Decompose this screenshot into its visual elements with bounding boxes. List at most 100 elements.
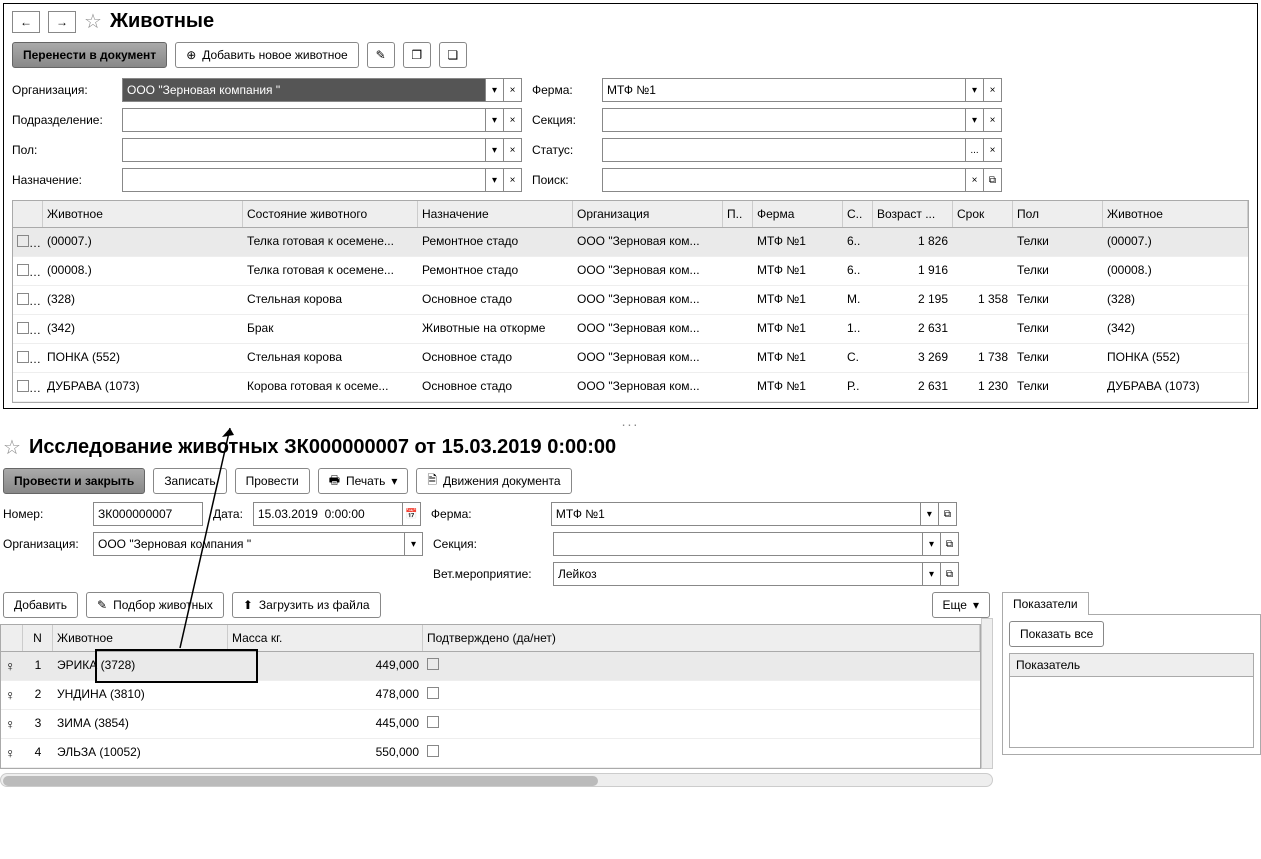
col-sex[interactable]: Пол [1013,201,1103,227]
popup-icon[interactable]: ⧉ [984,168,1002,192]
col-animal2[interactable]: Животное [1103,201,1248,227]
date-input[interactable] [253,502,403,526]
col-term[interactable]: Срок [953,201,1013,227]
popup-icon[interactable]: ⧉ [941,562,959,586]
dropdown-icon[interactable]: ▾ [921,502,939,526]
clear-icon[interactable]: × [984,78,1002,102]
section-input[interactable] [553,532,923,556]
farm-input[interactable] [602,78,966,102]
confirm-checkbox[interactable] [427,716,439,728]
clone-button[interactable]: ❏ [439,42,467,68]
col-animal[interactable]: Животное [43,201,243,227]
dropdown-icon[interactable]: ▾ [486,138,504,162]
col-age[interactable]: Возраст ... [873,201,953,227]
org-input[interactable] [122,78,486,102]
row-checkbox[interactable] [17,235,29,247]
row-checkbox[interactable] [17,380,29,392]
clear-icon[interactable]: × [504,108,522,132]
table-row[interactable]: ♀1ЭРИКА (3728)449,000 [1,652,980,681]
add-row-button[interactable]: Добавить [3,592,78,618]
confirm-checkbox[interactable] [427,687,439,699]
col-state[interactable]: Состояние животного [243,201,418,227]
more-button[interactable]: Еще ▾ [932,592,990,618]
splitter[interactable]: ... [0,413,1261,429]
transfer-button[interactable]: Перенести в документ [12,42,167,68]
section-input[interactable] [602,108,966,132]
horizontal-scrollbar[interactable] [0,773,993,787]
favorite-icon[interactable]: ☆ [3,435,21,460]
section-combo[interactable]: ▾ × [602,108,1002,132]
sex-input[interactable] [122,138,486,162]
table-row[interactable]: ♀ДУБРАВА (1073)Корова готовая к осеме...… [13,373,1248,402]
table-row[interactable]: ♀2УНДИНА (3810)478,000 [1,681,980,710]
farm-input[interactable] [551,502,921,526]
row-checkbox[interactable] [17,264,29,276]
indicator-col[interactable]: Показатель [1010,654,1253,677]
table-row[interactable]: ♀(342)БракЖивотные на откормеООО "Зернов… [13,315,1248,344]
add-animal-button[interactable]: ⊕ Добавить новое животное [175,42,359,68]
col-s[interactable]: С.. [843,201,873,227]
clear-icon[interactable]: × [504,78,522,102]
col-n[interactable]: N [23,625,53,651]
clear-icon[interactable]: × [504,138,522,162]
edit-button[interactable]: ✎ [367,42,395,68]
clear-icon[interactable]: × [504,168,522,192]
calendar-icon[interactable]: 📅 [403,502,421,526]
dropdown-icon[interactable]: ▾ [923,562,941,586]
table-row[interactable]: ♀(00008.)Телка готовая к осемене...Ремон… [13,257,1248,286]
back-button[interactable]: ← [12,11,40,33]
clear-icon[interactable]: × [966,168,984,192]
more-icon[interactable]: ... [966,138,984,162]
post-close-button[interactable]: Провести и закрыть [3,468,145,494]
popup-icon[interactable]: ⧉ [941,532,959,556]
dropdown-icon[interactable]: ▾ [405,532,423,556]
popup-icon[interactable]: ⧉ [939,502,957,526]
col-p[interactable]: П.. [723,201,753,227]
confirm-checkbox[interactable] [427,745,439,757]
print-button[interactable]: 🖶 Печать ▾ [318,468,409,494]
copy-button[interactable]: ❐ [403,42,431,68]
dropdown-icon[interactable]: ▾ [966,108,984,132]
purpose-combo[interactable]: ▾ × [122,168,522,192]
table-row[interactable]: ♀3ЗИМА (3854)445,000 [1,710,980,739]
table-row[interactable]: ♀(00007.)Телка готовая к осемене...Ремон… [13,228,1248,257]
num-input[interactable] [93,502,203,526]
table-row[interactable]: ♀ПОНКА (552)Стельная короваОсновное стад… [13,344,1248,373]
indicators-tab[interactable]: Показатели [1002,592,1089,615]
dropdown-icon[interactable]: ▾ [923,532,941,556]
load-file-button[interactable]: ⬆ Загрузить из файла [232,592,381,618]
favorite-icon[interactable]: ☆ [84,9,102,34]
post-button[interactable]: Провести [235,468,310,494]
dept-combo[interactable]: ▾ × [122,108,522,132]
status-combo[interactable]: ... × [602,138,1002,162]
col-animal[interactable]: Животное [53,625,228,651]
movements-button[interactable]: 🗎 Движения документа [416,468,571,494]
pick-animals-button[interactable]: ✎ Подбор животных [86,592,224,618]
search-combo[interactable]: × ⧉ [602,168,1002,192]
col-mass[interactable]: Масса кг. [228,625,423,651]
search-input[interactable] [602,168,966,192]
status-input[interactable] [602,138,966,162]
row-checkbox[interactable] [17,293,29,305]
table-row[interactable]: ♀(328)Стельная короваОсновное стадоООО "… [13,286,1248,315]
purpose-input[interactable] [122,168,486,192]
row-checkbox[interactable] [17,322,29,334]
dept-input[interactable] [122,108,486,132]
clear-icon[interactable]: × [984,108,1002,132]
col-org[interactable]: Организация [573,201,723,227]
vertical-scrollbar[interactable] [981,618,993,769]
table-row[interactable]: ♀4ЭЛЬЗА (10052)550,000 [1,739,980,768]
forward-button[interactable]: → [48,11,76,33]
sex-combo[interactable]: ▾ × [122,138,522,162]
dropdown-icon[interactable]: ▾ [486,108,504,132]
org-input[interactable] [93,532,405,556]
event-input[interactable] [553,562,923,586]
col-purpose[interactable]: Назначение [418,201,573,227]
confirm-checkbox[interactable] [427,658,439,670]
dropdown-icon[interactable]: ▾ [966,78,984,102]
clear-icon[interactable]: × [984,138,1002,162]
dropdown-icon[interactable]: ▾ [486,78,504,102]
dropdown-icon[interactable]: ▾ [486,168,504,192]
col-farm[interactable]: Ферма [753,201,843,227]
save-button[interactable]: Записать [153,468,226,494]
